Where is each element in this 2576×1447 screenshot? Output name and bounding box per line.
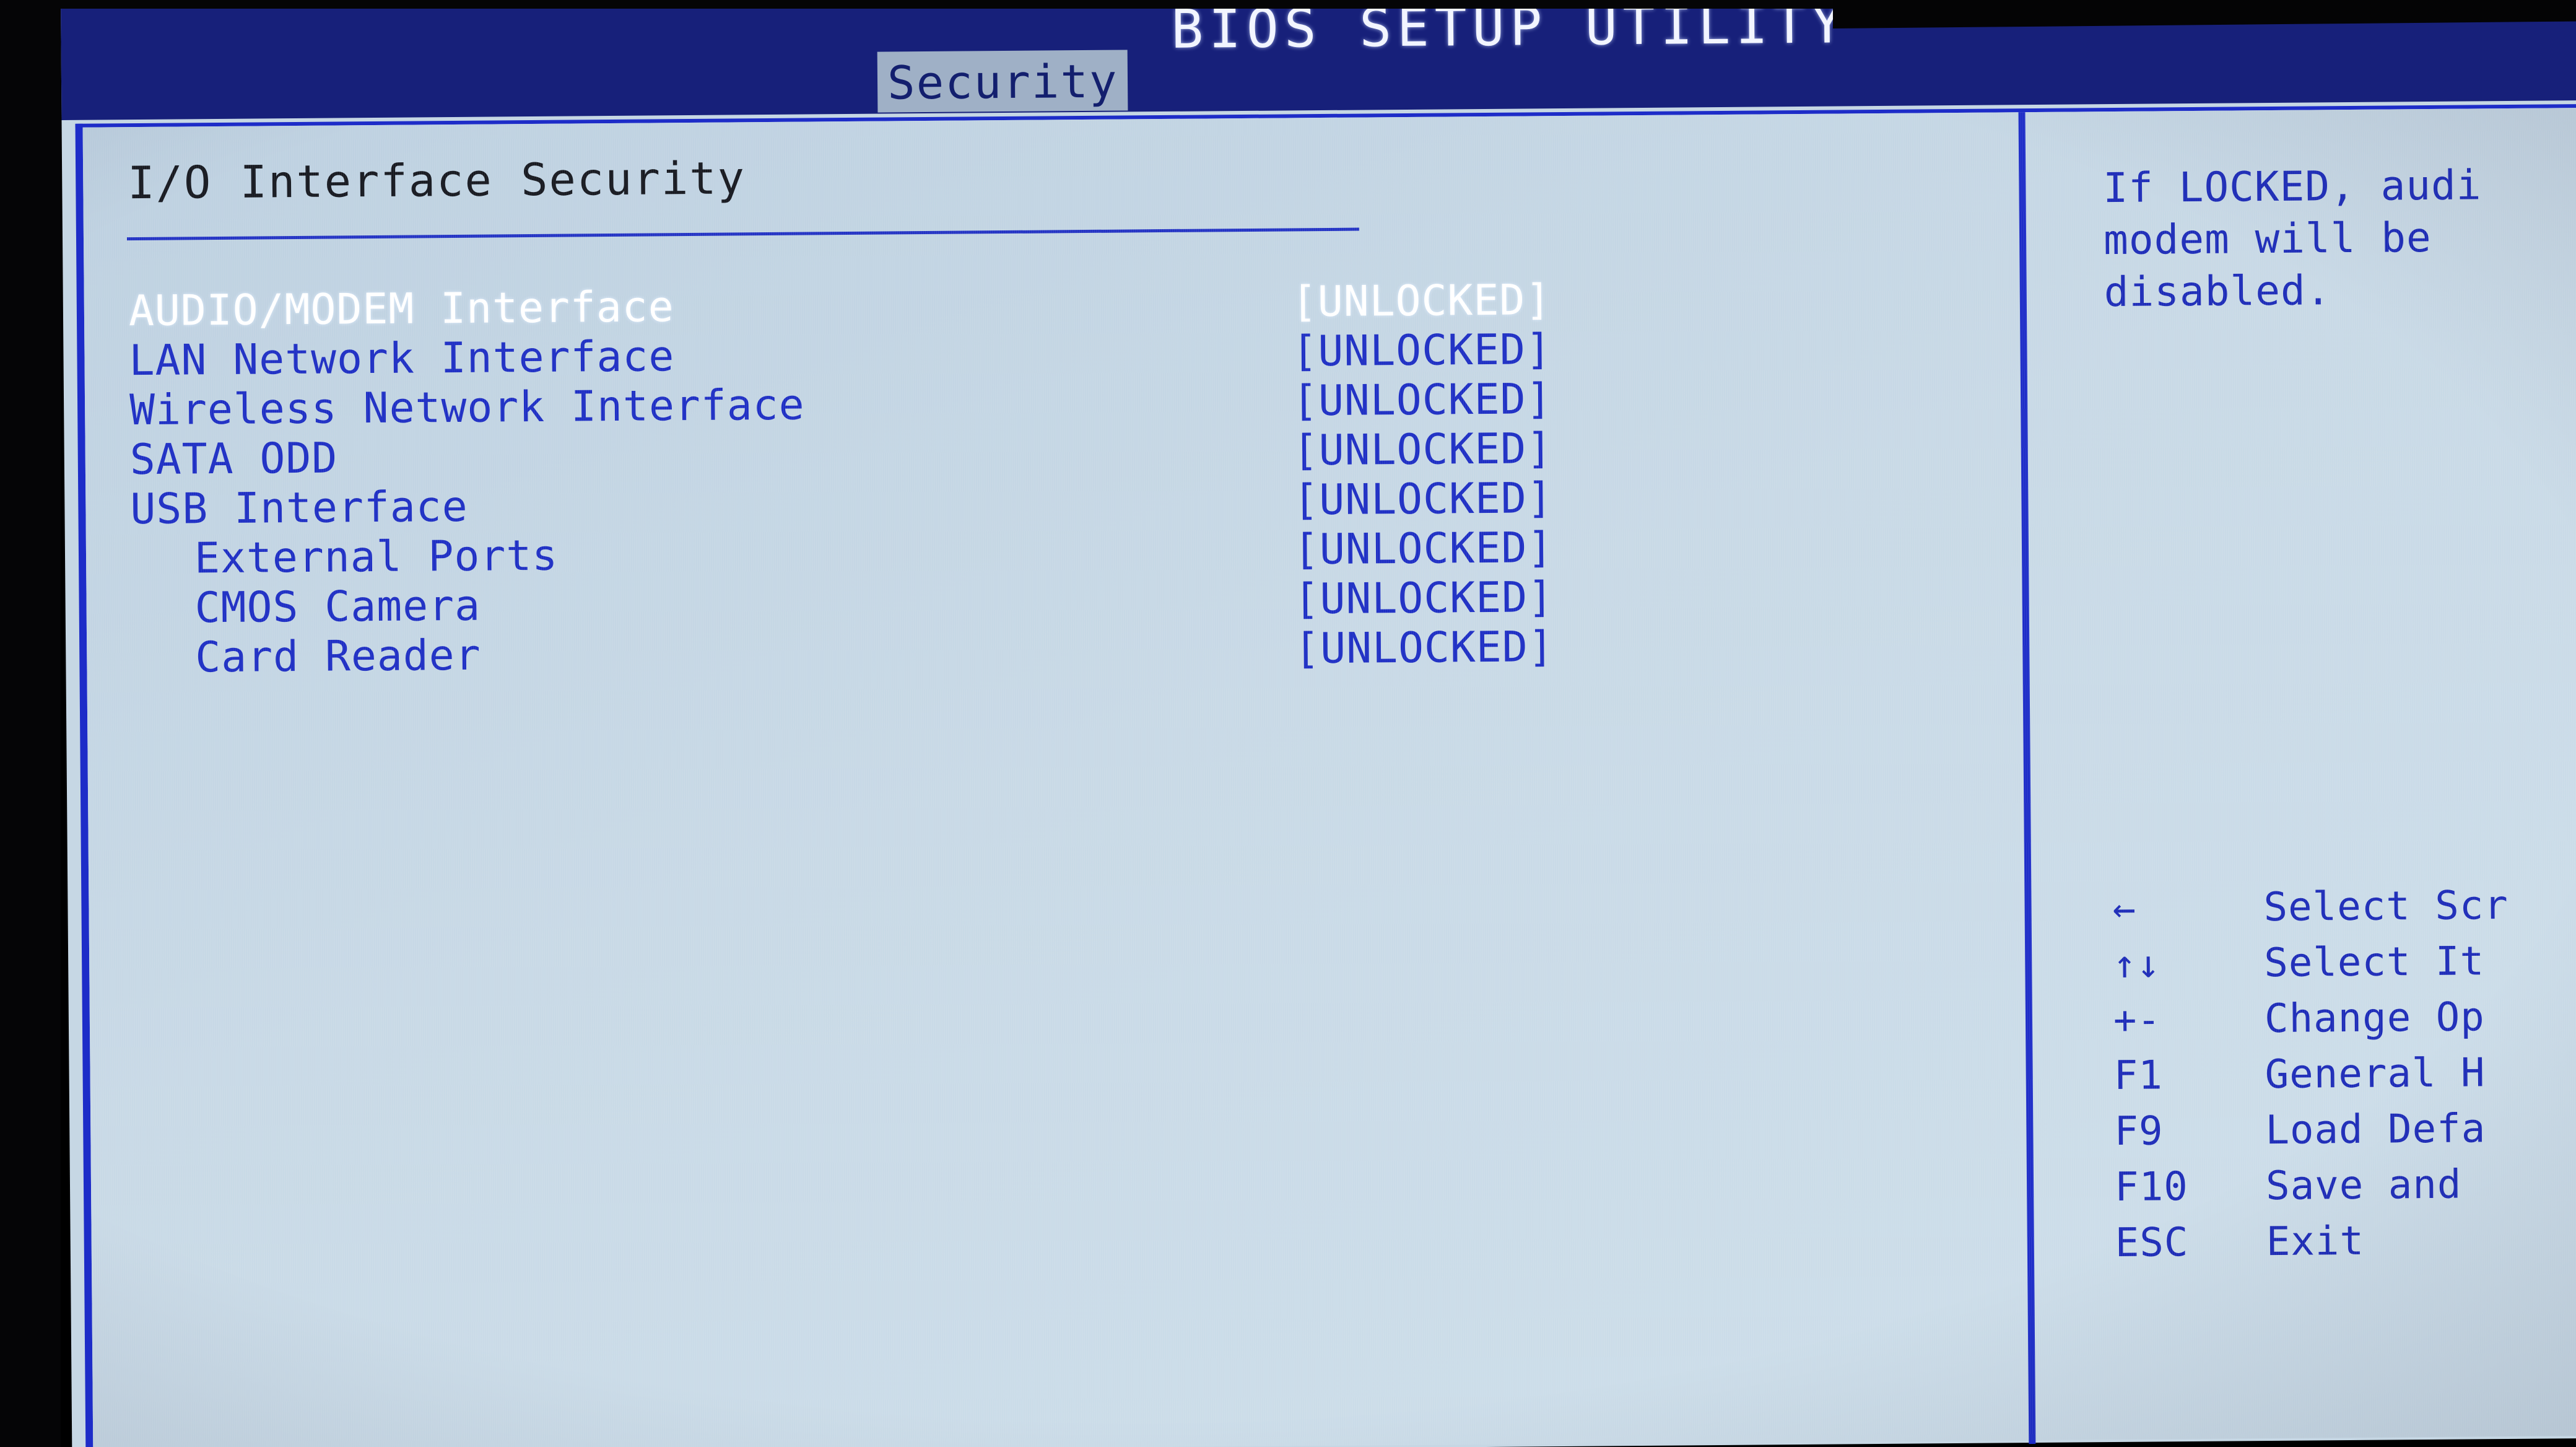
settings-list: AUDIO/MODEM Interface [UNLOCKED] LAN Netwo… xyxy=(84,272,2019,683)
legend-row: ESC Exit xyxy=(2061,1215,2576,1277)
setting-label: CMOS Camera xyxy=(194,581,481,633)
legend-description: General H xyxy=(2265,1050,2486,1098)
display-panel: BIOS SETUP UTILITY Security I/O Interfac… xyxy=(61,0,2576,1447)
legend-description: Select It xyxy=(2264,938,2485,987)
help-text: If LOCKED, audi modem will be disabled. xyxy=(2103,156,2576,318)
setting-label: AUDIO/MODEM Interface xyxy=(128,282,674,336)
help-line: If LOCKED, audi xyxy=(2103,161,2482,212)
legend-description: Save and xyxy=(2265,1161,2462,1210)
tab-security[interactable]: Security xyxy=(877,50,1128,113)
setting-value[interactable]: [UNLOCKED] xyxy=(1294,523,1554,574)
section-divider-line xyxy=(126,227,1359,241)
setting-label: SATA ODD xyxy=(129,434,338,485)
setting-label: Wireless Network Interface xyxy=(129,380,805,435)
setting-value[interactable]: [UNLOCKED] xyxy=(1292,276,1552,326)
arrow-left-icon: ← xyxy=(2112,885,2137,932)
bios-setup-screen: BIOS SETUP UTILITY Security I/O Interfac… xyxy=(0,0,2576,1447)
setting-value[interactable]: [UNLOCKED] xyxy=(1294,623,1554,673)
setting-value[interactable]: [UNLOCKED] xyxy=(1294,573,1554,624)
legend-row: ← Select Scr xyxy=(2058,880,2576,942)
help-pane: If LOCKED, audi modem will be disabled. ← S… xyxy=(2052,108,2576,1444)
setting-label: USB Interface xyxy=(130,482,468,535)
legend-row: F10 Save and xyxy=(2060,1159,2576,1221)
legend-row: F9 Load Defa xyxy=(2060,1103,2576,1165)
setting-value[interactable]: [UNLOCKED] xyxy=(1292,424,1552,475)
plus-minus-icon: +- xyxy=(2113,997,2161,1043)
setting-label: Card Reader xyxy=(195,631,481,683)
setting-value[interactable]: [UNLOCKED] xyxy=(1292,325,1552,376)
content-surface: I/O Interface Security AUDIO/MODEM Inter… xyxy=(82,107,2576,1447)
legend-row: ↑↓ Select It xyxy=(2058,936,2576,998)
setting-label: LAN Network Interface xyxy=(129,332,675,386)
setting-label: External Ports xyxy=(194,531,559,584)
key-legend: ← Select Scr ↑↓ Select It +- Change Op F1 Gener… xyxy=(2058,880,2576,1277)
function-key-f9-icon: F9 xyxy=(2114,1108,2164,1155)
legend-description: Exit xyxy=(2266,1218,2365,1266)
function-key-f1-icon: F1 xyxy=(2113,1052,2164,1099)
section-heading: I/O Interface Security xyxy=(127,152,746,209)
help-line: disabled. xyxy=(2104,266,2331,317)
setting-value[interactable]: [UNLOCKED] xyxy=(1292,375,1552,426)
legend-description: Load Defa xyxy=(2265,1106,2486,1154)
page-title: BIOS SETUP UTILITY xyxy=(1171,0,1849,61)
content-frame: I/O Interface Security AUDIO/MODEM Inter… xyxy=(75,103,2576,1447)
bezel-left xyxy=(0,0,61,1447)
escape-key-icon: ESC xyxy=(2115,1220,2189,1267)
setting-value[interactable]: [UNLOCKED] xyxy=(1293,474,1553,525)
function-key-f10-icon: F10 xyxy=(2114,1164,2189,1211)
arrow-up-down-icon: ↑↓ xyxy=(2113,941,2161,987)
help-line: modem will be xyxy=(2103,213,2432,264)
legend-row: F1 General H xyxy=(2059,1047,2576,1109)
legend-description: Select Scr xyxy=(2263,883,2509,931)
legend-row: +- Change Op xyxy=(2059,992,2576,1054)
panel-divider xyxy=(2018,112,2036,1445)
legend-description: Change Op xyxy=(2264,994,2486,1043)
